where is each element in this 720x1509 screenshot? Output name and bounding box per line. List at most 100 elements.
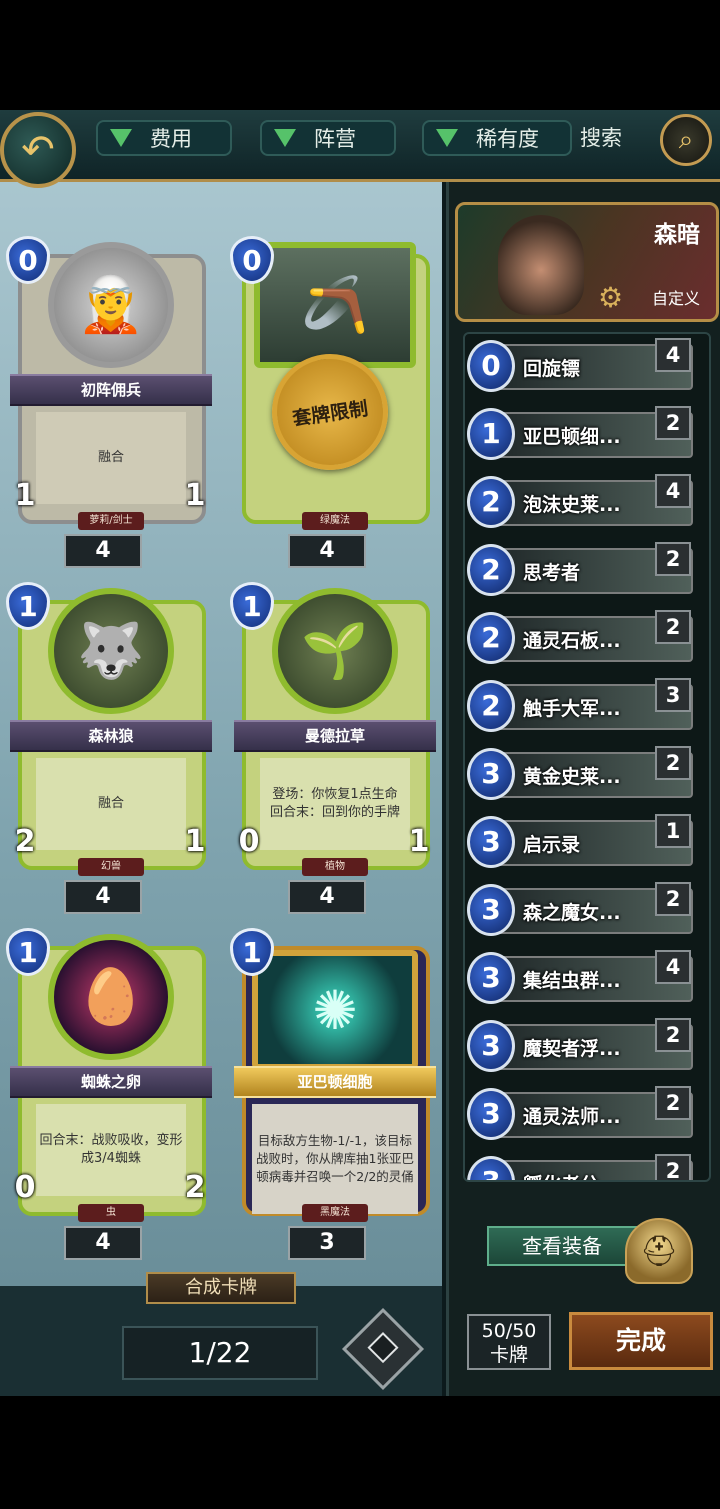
filter-faction[interactable]: 阵营 (260, 120, 396, 156)
deck-item-count: 1 (655, 814, 691, 848)
deck-card-count: 50/50 卡牌 (467, 1314, 551, 1370)
deck-list-item[interactable]: 3 魔契者浮... 2 (467, 1018, 697, 1074)
card-owned-count: 3 (288, 1226, 366, 1260)
card-text: 融合 (36, 758, 186, 850)
deck-item-count: 2 (655, 1018, 691, 1052)
deck-item-count: 2 (655, 1154, 691, 1180)
card-attack: 0 (14, 1170, 36, 1205)
card-attack: 2 (14, 824, 36, 859)
deck-item-name: 通灵石板... (523, 630, 621, 652)
filter-faction-label: 阵营 (314, 127, 356, 151)
synthesize-card-button[interactable]: 合成卡牌 (146, 1272, 296, 1304)
deck-item-mana: 3 (467, 1020, 515, 1072)
deck-list-item[interactable]: 3 集结虫群... 4 (467, 950, 697, 1006)
card-health: 1 (408, 824, 430, 859)
card-attack: 1 (14, 478, 36, 513)
deck-item-name: 亚巴顿细... (523, 426, 621, 448)
card-tribe: 幻兽 (78, 858, 144, 876)
deck-item-count: 4 (655, 474, 691, 508)
deck-list-item[interactable]: 1 亚巴顿细... 2 (467, 406, 697, 462)
deck-card-list[interactable]: 0 回旋镖 4 1 亚巴顿细... 2 2 泡沫史莱... 4 2 思考者 2 2 通灵石板...… (463, 332, 711, 1182)
deck-item-name: 回旋镖 (523, 358, 581, 380)
deck-builder-screen: ↶ 费用 阵营 稀有度 搜索 ⌕ 🧝 初阵佣兵 融合 萝莉/剑士 0 1 1 4 (0, 110, 720, 1396)
deck-item-mana: 3 (467, 884, 515, 936)
helmet-icon[interactable]: ⛑ (625, 1218, 693, 1284)
card-owned-count: 4 (64, 880, 142, 914)
deck-list-item[interactable]: 3 启示录 1 (467, 814, 697, 870)
deck-item-name: 启示录 (523, 834, 581, 856)
card-name: 亚巴顿细胞 (234, 1066, 436, 1098)
search-label[interactable]: 搜索 (580, 122, 622, 152)
card-owned-count: 4 (64, 534, 142, 568)
card-item[interactable]: 🪃 绿魔法 0 4 套牌限制 (230, 236, 440, 568)
card-art: ✺ (252, 950, 418, 1070)
card-tribe: 萝莉/剑士 (78, 512, 144, 530)
deck-list-item[interactable]: 0 回旋镖 4 (467, 338, 697, 394)
card-owned-count: 4 (288, 534, 366, 568)
card-item[interactable]: 🥚 蜘蛛之卵 回合末：战败吸收，变形成3/4蜘蛛 虫 1 0 2 4 (6, 928, 216, 1260)
card-health: 1 (184, 478, 206, 513)
card-name: 初阵佣兵 (10, 374, 212, 406)
card-health: 1 (184, 824, 206, 859)
deck-item-count: 2 (655, 882, 691, 916)
card-art: 🌱 (272, 588, 398, 714)
deck-item-name: 集结虫群... (523, 970, 621, 992)
deck-item-mana: 2 (467, 544, 515, 596)
card-item[interactable]: ✺ 亚巴顿细胞 目标敌方生物-1/-1，该目标战败时，你从牌库抽1张亚巴顿病毒并… (230, 928, 440, 1260)
card-name: 蜘蛛之卵 (10, 1066, 212, 1098)
deck-list-item[interactable]: 2 泡沫史莱... 4 (467, 474, 697, 530)
card-art: 🧝 (48, 242, 174, 368)
deck-pane: 森暗 ⚙ 自定义 0 回旋镖 4 1 亚巴顿细... 2 2 泡沫史莱... 4 2 思考者 2… (446, 182, 720, 1396)
filter-rarity-label: 稀有度 (476, 127, 539, 151)
deck-item-name: 思考者 (523, 562, 581, 584)
card-name: 森林狼 (10, 720, 212, 752)
deck-item-mana: 3 (467, 816, 515, 868)
card-art: 🪃 (254, 242, 416, 368)
card-art: 🐺 (48, 588, 174, 714)
dropdown-triangle-icon (110, 129, 132, 147)
deck-item-mana: 3 (467, 1088, 515, 1140)
deck-item-name: 触手大军... (523, 698, 621, 720)
deck-item-name: 黄金史莱... (523, 766, 621, 788)
filter-cost[interactable]: 费用 (96, 120, 232, 156)
deck-item-count: 2 (655, 746, 691, 780)
deck-item-count: 2 (655, 610, 691, 644)
filter-cost-label: 费用 (150, 127, 192, 151)
card-collection-pane: 🧝 初阵佣兵 融合 萝莉/剑士 0 1 1 4 🪃 绿魔法 0 4 套牌限制 🐺… (0, 182, 442, 1286)
back-button[interactable]: ↶ (0, 112, 76, 188)
filter-rarity[interactable]: 稀有度 (422, 120, 572, 156)
deck-list-item[interactable]: 2 触手大军... 3 (467, 678, 697, 734)
next-page-icon (367, 1332, 399, 1364)
deck-list-item[interactable]: 3 黄金史莱... 2 (467, 746, 697, 802)
card-attack: 0 (238, 824, 260, 859)
gear-icon[interactable]: ⚙ (598, 281, 623, 314)
deck-list-item[interactable]: 2 思考者 2 (467, 542, 697, 598)
deck-item-count: 2 (655, 1086, 691, 1120)
done-button[interactable]: 完成 (569, 1312, 713, 1370)
card-text: 回合末：战败吸收，变形成3/4蜘蛛 (36, 1104, 186, 1196)
deck-item-name: 魔契者浮... (523, 1038, 621, 1060)
deck-list-item[interactable]: 3 森之魔女... 2 (467, 882, 697, 938)
card-text: 登场：你恢复1点生命 回合末：回到你的手牌 (260, 758, 410, 850)
deck-item-name: 泡沫史莱... (523, 494, 621, 516)
card-item[interactable]: 🌱 曼德拉草 登场：你恢复1点生命 回合末：回到你的手牌 植物 1 0 1 4 (230, 582, 440, 914)
card-tribe: 虫 (78, 1204, 144, 1222)
deck-list-item[interactable]: 2 通灵石板... 2 (467, 610, 697, 666)
dropdown-triangle-icon (274, 129, 296, 147)
deck-list-item[interactable]: 3 通灵法师... 2 (467, 1086, 697, 1142)
deck-item-mana: 3 (467, 748, 515, 800)
deck-item-mana: 2 (467, 476, 515, 528)
deck-item-count: 4 (655, 338, 691, 372)
deck-item-count: 3 (655, 678, 691, 712)
hero-portrait[interactable]: 森暗 ⚙ 自定义 (455, 202, 719, 322)
deck-list-item[interactable]: 3孵化者分...2 (467, 1154, 697, 1180)
card-text: 目标敌方生物-1/-1，该目标战败时，你从牌库抽1张亚巴顿病毒并召唤一个2/2的… (252, 1104, 418, 1214)
card-item[interactable]: 🧝 初阵佣兵 融合 萝莉/剑士 0 1 1 4 (6, 236, 216, 568)
search-button[interactable]: ⌕ (660, 114, 712, 166)
page-indicator: 1/22 (122, 1326, 318, 1380)
hero-custom-label[interactable]: 自定义 (652, 285, 700, 309)
card-item[interactable]: 🐺 森林狼 融合 幻兽 1 2 1 4 (6, 582, 216, 914)
dropdown-triangle-icon (436, 129, 458, 147)
view-equipment-button[interactable]: 查看装备 (487, 1226, 637, 1266)
deck-item-count: 2 (655, 542, 691, 576)
